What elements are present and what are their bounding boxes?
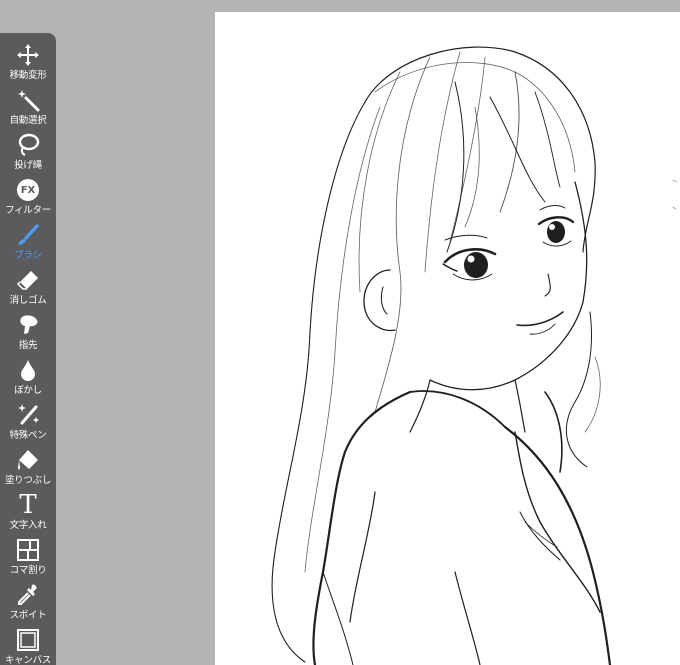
eraser-icon: [14, 266, 42, 294]
tool-label: コマ割り: [9, 565, 47, 576]
move-transform-icon: [14, 41, 42, 69]
tool-eraser[interactable]: 消しゴム: [0, 266, 56, 310]
paint-app: 移動変形 自動選択 投げ縄 FX フィルター ブラシ 消しゴム 指先 ぼかし 特…: [0, 0, 680, 665]
canvas-icon: [14, 626, 42, 654]
tool-label: キャンバス: [4, 655, 51, 665]
brush-icon: [14, 221, 42, 249]
special-pen-icon: [14, 401, 42, 429]
tool-palette: 移動変形 自動選択 投げ縄 FX フィルター ブラシ 消しゴム 指先 ぼかし 特…: [0, 33, 56, 665]
tool-label: ブラシ: [14, 250, 42, 261]
tool-label: 移動変形: [9, 70, 47, 81]
eyedropper-icon: [14, 581, 42, 609]
tool-label: ぼかし: [14, 385, 42, 396]
tool-lasso[interactable]: 投げ縄: [0, 131, 56, 175]
tool-blur[interactable]: ぼかし: [0, 356, 56, 400]
tool-brush[interactable]: ブラシ: [0, 221, 56, 265]
text-icon: T: [14, 491, 42, 519]
tool-canvas[interactable]: キャンバス: [0, 626, 56, 665]
tool-label: 塗りつぶし: [4, 475, 52, 486]
tool-eyedropper[interactable]: スポイト: [0, 581, 56, 625]
magic-wand-icon: [14, 86, 42, 114]
tool-label: 自動選択: [9, 115, 47, 126]
finger-smudge-icon: [14, 311, 42, 339]
tool-frame-divide[interactable]: コマ割り: [0, 536, 56, 580]
text-glyph: T: [19, 490, 37, 520]
tool-label: 文字入れ: [9, 520, 47, 531]
tool-label: 消しゴム: [9, 295, 47, 306]
tool-auto-select[interactable]: 自動選択: [0, 86, 56, 130]
tool-label: 指先: [18, 340, 38, 351]
tool-filter[interactable]: FX フィルター: [0, 176, 56, 220]
tool-label: フィルター: [5, 205, 51, 216]
tool-label: 投げ縄: [14, 160, 42, 171]
tool-finger[interactable]: 指先: [0, 311, 56, 355]
tool-special-pen[interactable]: 特殊ペン: [0, 401, 56, 445]
frame-divide-icon: [14, 536, 42, 564]
sketch-artwork: [271, 46, 678, 665]
tool-move-transform[interactable]: 移動変形: [0, 41, 56, 85]
tool-label: 特殊ペン: [9, 430, 47, 441]
blur-drop-icon: [14, 356, 42, 384]
fill-bucket-icon: [14, 446, 42, 474]
fx-filter-icon: FX: [14, 176, 42, 204]
tool-label: スポイト: [9, 610, 47, 621]
fx-badge: FX: [17, 179, 39, 201]
lasso-icon: [14, 131, 42, 159]
tool-fill[interactable]: 塗りつぶし: [0, 446, 56, 490]
tool-text[interactable]: T 文字入れ: [0, 491, 56, 535]
